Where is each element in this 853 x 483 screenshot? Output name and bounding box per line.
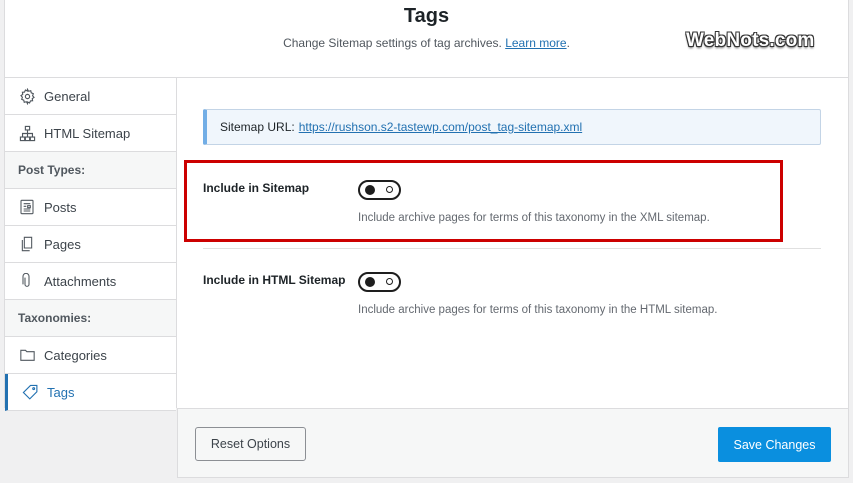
include-in-html-sitemap-label: Include in HTML Sitemap — [203, 273, 346, 287]
page-title: Tags — [403, 5, 450, 27]
sidebar-item-label: Categories — [44, 347, 107, 363]
toggle-off-indicator — [386, 278, 393, 285]
page-header: Tags Change Sitemap settings of tag arch… — [4, 0, 849, 78]
post-icon — [18, 198, 36, 216]
toggle-knob — [365, 277, 375, 287]
paperclip-icon — [18, 272, 36, 290]
sidebar-item-posts[interactable]: Posts — [5, 189, 176, 226]
reset-options-button[interactable]: Reset Options — [195, 427, 306, 461]
sidebar-section-post-types: Post Types: — [5, 152, 176, 189]
settings-panel: Sitemap URL: https://rushson.s2-tastewp.… — [177, 78, 849, 408]
sidebar-item-html-sitemap[interactable]: HTML Sitemap — [5, 115, 176, 152]
page-icon — [18, 235, 36, 253]
sitemap-url-label: Sitemap URL: — [220, 120, 295, 134]
save-changes-button[interactable]: Save Changes — [718, 427, 831, 462]
sidebar-item-pages[interactable]: Pages — [5, 226, 176, 263]
sidebar-item-attachments[interactable]: Attachments — [5, 263, 176, 300]
learn-more-link[interactable]: Learn more — [505, 36, 566, 50]
sidebar-item-label: Attachments — [44, 273, 117, 289]
subtitle-text: Change Sitemap settings of tag archives. — [283, 36, 502, 50]
sitemap-icon — [18, 124, 36, 142]
folder-icon — [18, 346, 36, 364]
include-in-html-sitemap-description: Include archive pages for terms of this … — [358, 304, 718, 316]
settings-footer: Reset Options Save Changes — [177, 408, 849, 478]
sitemap-url-notice: Sitemap URL: https://rushson.s2-tastewp.… — [203, 109, 821, 145]
watermark-logo: WebNots.com — [686, 30, 815, 51]
include-in-html-sitemap-toggle[interactable] — [358, 272, 401, 292]
sidebar-item-general[interactable]: General — [5, 78, 176, 115]
settings-divider — [203, 248, 821, 249]
subtitle-period: . — [566, 36, 570, 50]
sitemap-url-link[interactable]: https://rushson.s2-tastewp.com/post_tag-… — [299, 120, 582, 134]
sidebar-item-categories[interactable]: Categories — [5, 337, 176, 374]
gear-icon — [18, 87, 36, 105]
sidebar-item-label: Posts — [44, 199, 77, 215]
sidebar-item-label: HTML Sitemap — [44, 125, 131, 141]
sidebar-item-label: General — [44, 88, 91, 104]
tag-icon — [21, 383, 39, 401]
sidebar-item-label: Tags — [47, 384, 75, 400]
sidebar-item-tags[interactable]: Tags — [5, 374, 176, 411]
sidebar-section-taxonomies: Taxonomies: — [5, 300, 176, 337]
settings-sidebar: General HTML Sitemap Post Types: Posts P… — [4, 78, 177, 411]
annotation-highlight-box — [184, 160, 783, 242]
sidebar-item-label: Pages — [44, 236, 81, 252]
